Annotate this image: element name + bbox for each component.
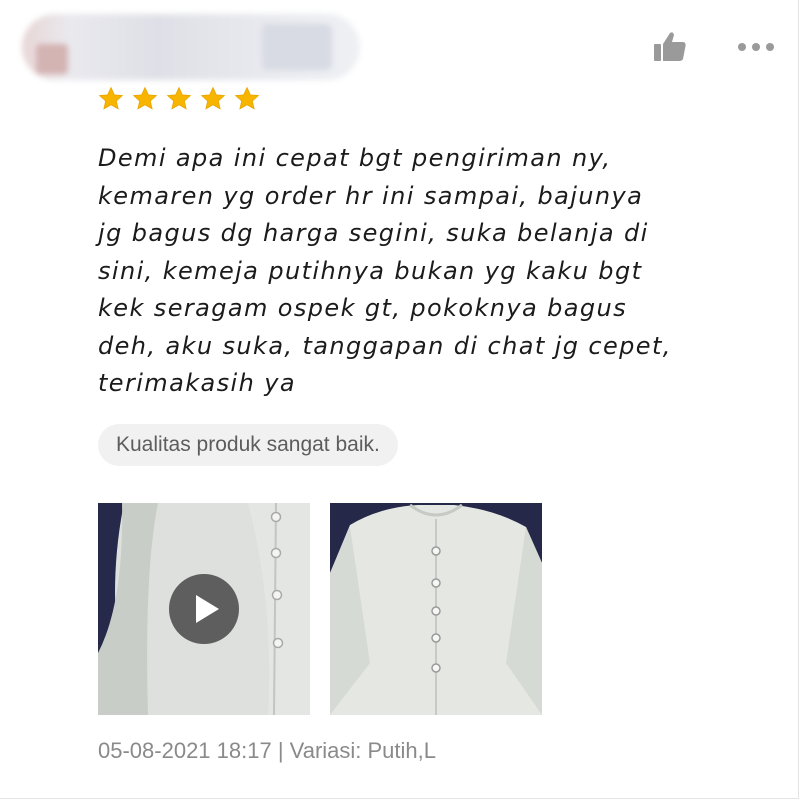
star-icon (166, 86, 192, 110)
review-photo-thumbnail[interactable] (330, 503, 542, 715)
like-button[interactable] (652, 30, 688, 64)
review-meta: 05-08-2021 18:17 | Variasi: Putih,L (98, 738, 436, 764)
star-icon (98, 86, 124, 110)
review-text: Demi apa ini cepat bgt pengiriman ny, ke… (98, 144, 672, 397)
quality-tag: Kualitas produk sangat baik. (98, 424, 398, 466)
star-icon (200, 86, 226, 110)
avatar (36, 44, 68, 74)
review-variation: Variasi: Putih,L (289, 738, 437, 763)
reviewer-blurred-header (22, 14, 360, 80)
star-icon (234, 86, 260, 110)
review-video-thumbnail[interactable] (98, 503, 310, 715)
more-horizontal-icon (738, 43, 774, 51)
meta-separator: | (277, 738, 284, 763)
star-rating (98, 86, 260, 112)
star-icon (132, 86, 158, 110)
review-card: Demi apa ini cepat bgt pengiriman ny, ke… (0, 0, 799, 799)
play-icon (196, 595, 219, 623)
review-timestamp: 05-08-2021 18:17 (98, 738, 272, 763)
thumbs-up-icon (654, 32, 686, 61)
play-button[interactable] (169, 574, 239, 644)
more-options-button[interactable] (736, 36, 776, 58)
